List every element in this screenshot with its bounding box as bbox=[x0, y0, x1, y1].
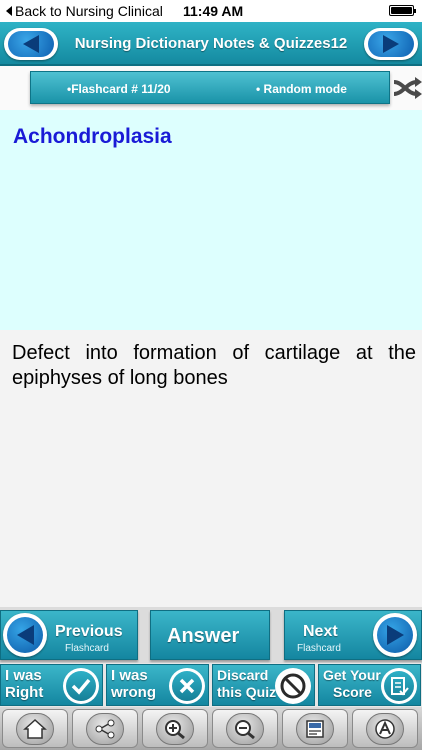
status-bar: Back to Nursing Clinical 11:49 AM bbox=[0, 0, 422, 22]
answer-actions: I was Right I was wrong Discard this Quiz G… bbox=[0, 663, 422, 707]
home-button[interactable] bbox=[2, 709, 68, 748]
flashcard-term: Achondroplasia bbox=[13, 125, 172, 148]
share-icon bbox=[86, 712, 124, 745]
prohibit-icon bbox=[275, 668, 311, 704]
flashcard-question: Achondroplasia bbox=[0, 110, 422, 330]
battery-icon bbox=[389, 5, 416, 16]
mode-label: • Random mode bbox=[256, 82, 347, 96]
status-time: 11:49 AM bbox=[183, 3, 244, 19]
flashcard-definition: Defect into formation of cartilage at th… bbox=[12, 342, 416, 389]
back-to-app-link[interactable]: Back to Nursing Clinical bbox=[6, 3, 163, 19]
action-label: I was wrong bbox=[111, 667, 156, 701]
next-flashcard-button[interactable]: Next Flashcard bbox=[284, 610, 422, 660]
notes-icon bbox=[296, 712, 334, 745]
share-button[interactable] bbox=[72, 709, 138, 748]
arrow-left-icon bbox=[7, 617, 43, 653]
flashcard-counter: •Flashcard # 11/20 bbox=[67, 82, 171, 96]
home-icon bbox=[16, 712, 54, 745]
notes-button[interactable] bbox=[282, 709, 348, 748]
previous-label: Previous bbox=[55, 623, 123, 640]
back-label: Back to Nursing Clinical bbox=[15, 3, 163, 19]
font-button[interactable] bbox=[352, 709, 418, 748]
zoom-in-button[interactable] bbox=[142, 709, 208, 748]
next-circle bbox=[373, 613, 417, 657]
app-header: Nursing Dictionary Notes & Quizzes12 bbox=[0, 22, 422, 66]
next-chapter-button[interactable] bbox=[364, 28, 418, 60]
next-label: Next bbox=[303, 623, 338, 640]
previous-chapter-button[interactable] bbox=[4, 28, 58, 60]
flashcard-info-area: •Flashcard # 11/20 • Random mode bbox=[0, 66, 422, 110]
arrow-left-icon bbox=[8, 31, 54, 57]
answer-button[interactable]: Answer bbox=[150, 610, 270, 660]
bottom-toolbar bbox=[0, 707, 422, 750]
action-label: Get Your Score bbox=[323, 667, 381, 700]
next-sublabel: Flashcard bbox=[297, 643, 341, 654]
page-title: Nursing Dictionary Notes & Quizzes12 bbox=[74, 35, 348, 52]
previous-circle bbox=[3, 613, 47, 657]
flashcard-answer: Defect into formation of cartilage at th… bbox=[0, 330, 422, 607]
previous-sublabel: Flashcard bbox=[65, 643, 109, 654]
x-icon bbox=[169, 668, 205, 704]
action-label: I was Right bbox=[5, 667, 44, 701]
get-score-button[interactable]: Get Your Score bbox=[318, 664, 421, 706]
font-icon bbox=[366, 712, 404, 745]
flashcard-info-bar: •Flashcard # 11/20 • Random mode bbox=[30, 71, 390, 104]
shuffle-icon[interactable] bbox=[393, 74, 422, 102]
arrow-right-icon bbox=[368, 31, 414, 57]
zoom-out-icon bbox=[226, 712, 264, 745]
i-was-right-button[interactable]: I was Right bbox=[0, 664, 103, 706]
zoom-in-icon bbox=[156, 712, 194, 745]
action-label: Discard this Quiz bbox=[217, 667, 277, 700]
back-chevron-icon bbox=[6, 6, 12, 16]
score-icon bbox=[381, 668, 417, 704]
check-icon bbox=[63, 668, 99, 704]
answer-label: Answer bbox=[167, 625, 240, 647]
previous-flashcard-button[interactable]: Previous Flashcard bbox=[0, 610, 138, 660]
flashcard-navigation: Previous Flashcard Answer Next Flashcard bbox=[0, 607, 422, 663]
i-was-wrong-button[interactable]: I was wrong bbox=[106, 664, 209, 706]
zoom-out-button[interactable] bbox=[212, 709, 278, 748]
arrow-right-icon bbox=[377, 617, 413, 653]
discard-quiz-button[interactable]: Discard this Quiz bbox=[212, 664, 315, 706]
